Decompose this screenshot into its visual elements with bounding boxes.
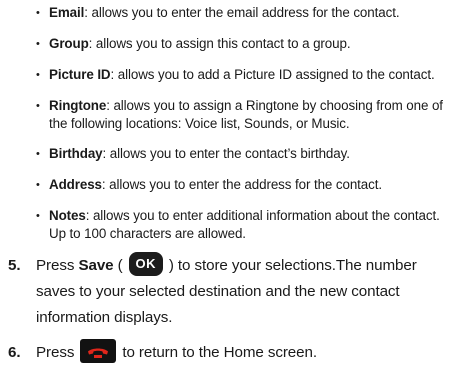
save-action-label: Save [78, 257, 114, 274]
step-number: 5. [8, 257, 21, 274]
field-description: : allows you to enter the address for th… [101, 177, 382, 192]
field-description: : allows you to enter the email address … [84, 5, 400, 20]
field-description-cont: the following locations: Voice list, Sou… [49, 116, 350, 131]
step-text-line2: saves to your selected destination and t… [36, 283, 400, 300]
field-description: : allows you to add a Picture ID assigne… [110, 67, 435, 82]
manual-page: • Email: allows you to enter the email a… [0, 0, 472, 376]
step-text: Press [36, 257, 79, 274]
list-item-address: • Address: allows you to enter the addre… [36, 176, 468, 194]
field-description: : allows you to enter additional informa… [85, 208, 440, 223]
bullet-marker: • [36, 38, 40, 50]
field-term: Birthday [49, 146, 103, 161]
bullet-marker: • [36, 7, 40, 19]
field-description-cont: Up to 100 characters are allowed. [49, 226, 246, 241]
list-item-notes: • Notes: allows you to enter additional … [36, 207, 468, 243]
list-item-ringtone: • Ringtone: allows you to assign a Ringt… [36, 97, 468, 133]
list-item-email: • Email: allows you to enter the email a… [36, 4, 468, 22]
list-item-birthday: • Birthday: allows you to enter the cont… [36, 145, 468, 163]
bullet-marker: • [36, 69, 40, 81]
field-term: Picture ID [49, 67, 111, 82]
step-text: ( [113, 257, 127, 274]
field-term: Group [49, 36, 89, 51]
bullet-marker: • [36, 179, 40, 191]
end-call-glyph [88, 348, 109, 358]
bullet-marker: • [36, 100, 40, 112]
bullet-marker: • [36, 148, 40, 160]
step-text-line3: information displays. [36, 309, 173, 326]
field-term: Notes [49, 208, 86, 223]
ok-key-icon: OK [128, 251, 163, 276]
field-description: : allows you to enter the contact’s birt… [102, 146, 350, 161]
field-term: Address [49, 177, 102, 192]
field-description: : allows you to assign this contact to a… [88, 36, 351, 51]
list-item-picture-id: • Picture ID: allows you to add a Pictur… [36, 66, 468, 84]
step-5: 5. Press Save ( OK ) to store your selec… [8, 251, 468, 331]
field-description: : allows you to assign a Ringtone by cho… [106, 98, 443, 113]
end-call-key-icon [80, 338, 117, 363]
list-item-group: • Group: allows you to assign this conta… [36, 35, 468, 53]
bullet-marker: • [36, 210, 40, 222]
field-term: Email [49, 5, 85, 20]
step-text: to return to the Home screen. [122, 344, 317, 361]
field-term: Ringtone [49, 98, 107, 113]
step-number: 6. [8, 344, 21, 361]
step-text: ) to store your selections.The number [164, 257, 417, 274]
step-6: 6. Press to return to the Home screen. [8, 338, 468, 366]
step-text: Press [36, 344, 75, 361]
